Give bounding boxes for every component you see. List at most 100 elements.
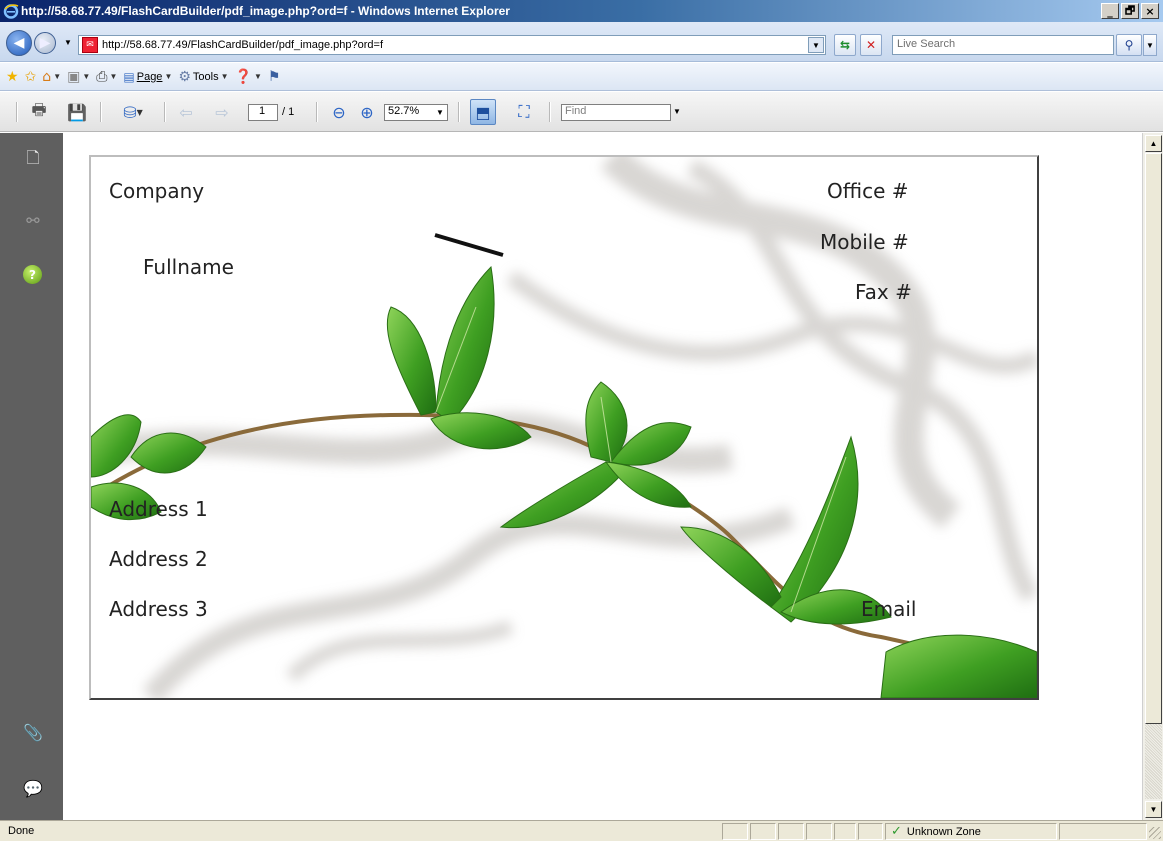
comments-icon: 💬 — [23, 778, 43, 798]
company-field: Company — [109, 179, 205, 203]
back-arrow-icon: ◀ — [13, 35, 25, 51]
add-favorite-icon: ✩ — [24, 68, 37, 85]
page-menu-label: Page — [136, 70, 163, 83]
email-share-icon: ⛁ — [123, 102, 137, 122]
zoom-dropdown-icon: ▼ — [436, 108, 444, 117]
address-toolbar: ◀ ▶ ▼ ✉ http://58.68.77.49/FlashCardBuil… — [0, 22, 1163, 62]
question-mark-icon: ? — [29, 267, 36, 282]
fax-field: Fax # — [855, 280, 912, 304]
status-pane — [858, 823, 883, 840]
internet-explorer-icon — [3, 4, 19, 19]
next-page-button[interactable]: ⇨ — [210, 101, 234, 123]
scroll-track[interactable] — [1145, 724, 1162, 799]
tools-menu-dropdown: ▼ — [220, 72, 229, 81]
status-bar: Done ✓ Unknown Zone — [0, 820, 1163, 841]
zoom-select[interactable]: 52.7% ▼ — [384, 104, 448, 121]
help-menu[interactable]: ❓ ▼ — [235, 69, 262, 85]
forward-button[interactable]: ▶ — [34, 32, 56, 54]
print-dropdown[interactable]: ▼ — [109, 72, 117, 81]
find-dropdown[interactable]: ▼ — [673, 107, 681, 116]
fit-width-button[interactable]: ⬒ — [470, 99, 496, 125]
window-title-bar[interactable]: http://58.68.77.49/FlashCardBuilder/pdf_… — [0, 0, 1163, 22]
office-phone-field: Office # — [827, 179, 909, 203]
zone-label: Unknown Zone — [906, 825, 981, 838]
attachments-panel-button[interactable]: 📎 — [22, 721, 44, 743]
page-number-input[interactable]: 1 — [248, 104, 278, 121]
checkmark-icon: ✓ — [891, 824, 902, 839]
close-button[interactable]: × — [1141, 3, 1159, 19]
status-pane — [750, 823, 776, 840]
pdf-save-button[interactable]: 💾 — [64, 101, 90, 123]
page-menu[interactable]: ▤ Page ▼ — [123, 70, 172, 84]
vertical-scrollbar[interactable]: ▲ ▼ — [1142, 133, 1163, 820]
research-button[interactable]: ⚑ — [268, 69, 281, 85]
binoculars-icon: ⚯ — [26, 210, 40, 230]
address-input[interactable]: http://58.68.77.49/FlashCardBuilder/pdf_… — [102, 39, 383, 51]
fit-page-button[interactable]: ⛶ — [511, 101, 537, 123]
zoom-value: 52.7% — [388, 105, 420, 117]
resize-grip[interactable] — [1149, 827, 1161, 839]
window-title: http://58.68.77.49/FlashCardBuilder/pdf_… — [21, 4, 510, 18]
status-text: Done — [8, 825, 35, 837]
comments-panel-button[interactable]: 💬 — [22, 777, 44, 799]
home-button[interactable]: ⌂ ▼ — [42, 69, 61, 85]
zoom-out-button[interactable]: ⊖ — [328, 101, 350, 123]
toolbar-separator — [100, 102, 102, 122]
favorites-star-icon: ★ — [6, 68, 19, 85]
fit-page-icon: ⛶ — [518, 102, 530, 121]
previous-page-button[interactable]: ⇦ — [174, 101, 198, 123]
refresh-button[interactable]: ⇆ — [834, 34, 856, 56]
home-dropdown[interactable]: ▼ — [53, 72, 61, 81]
security-zone[interactable]: ✓ Unknown Zone — [885, 823, 1057, 840]
add-favorites-button[interactable]: ✩ — [25, 69, 37, 85]
down-arrow-icon: ⇨ — [215, 102, 229, 122]
address-dropdown[interactable]: ▼ — [808, 37, 824, 53]
recent-pages-dropdown[interactable]: ▼ — [64, 38, 72, 47]
pdf-print-button[interactable]: 🖶 — [26, 100, 52, 123]
print-button[interactable]: ⎙ ▼ — [96, 69, 117, 85]
address-line-2: Address 2 — [109, 547, 208, 571]
stop-icon: ✕ — [865, 38, 877, 52]
minimize-button[interactable]: _ — [1101, 3, 1119, 19]
scroll-down-button[interactable]: ▼ — [1145, 801, 1162, 818]
stop-button[interactable]: ✕ — [860, 34, 882, 56]
rss-feed-icon: ▣ — [67, 68, 81, 85]
zoom-in-button[interactable]: ⊕ — [356, 101, 378, 123]
pdf-document-area[interactable]: Company Fullname Office # Mobile # Fax #… — [63, 133, 1142, 820]
feeds-button[interactable]: ▣ ▼ — [67, 69, 90, 85]
search-options-dropdown[interactable]: ▼ — [1143, 34, 1157, 56]
tools-menu[interactable]: ⚙ Tools ▼ — [178, 69, 228, 85]
page-menu-dropdown: ▼ — [164, 72, 173, 81]
command-bar: ★ ✩ ⌂ ▼ ▣ ▼ ⎙ ▼ ▤ Page ▼ ⚙ Tools ▼ ❓ ▼ ⚑ — [0, 63, 1163, 91]
save-disk-icon: 💾 — [67, 102, 87, 122]
maximize-button[interactable]: 🗗 — [1121, 3, 1139, 19]
help-panel-button[interactable]: ? — [23, 265, 42, 284]
status-pane — [834, 823, 856, 840]
search-input[interactable]: Live Search — [892, 35, 1114, 55]
back-button[interactable]: ◀ — [6, 30, 32, 56]
address-line-1: Address 1 — [109, 497, 208, 521]
toolbar-separator — [316, 102, 318, 122]
toolbar-separator — [164, 102, 166, 122]
feeds-dropdown[interactable]: ▼ — [82, 72, 90, 81]
scroll-thumb[interactable] — [1145, 153, 1162, 724]
mobile-phone-field: Mobile # — [820, 230, 909, 254]
scroll-up-arrow-icon: ▲ — [1149, 139, 1158, 148]
zoom-status-pane[interactable] — [1059, 823, 1147, 840]
search-button[interactable]: ⚲ — [1116, 34, 1142, 56]
address-bar[interactable]: ✉ http://58.68.77.49/FlashCardBuilder/pd… — [78, 35, 826, 55]
find-input[interactable]: Find — [561, 104, 671, 121]
pdf-navigation-panel: 🗋 ⚯ ? 📎 💬 — [0, 133, 63, 820]
pen-stroke-mark — [434, 233, 504, 257]
zoom-in-icon: ⊕ — [360, 102, 374, 122]
scroll-up-button[interactable]: ▲ — [1145, 135, 1162, 152]
status-pane — [722, 823, 748, 840]
favorites-button[interactable]: ★ — [6, 69, 19, 85]
printer-icon: ⎙ — [96, 68, 108, 85]
pages-panel-button[interactable]: 🗋 — [22, 148, 44, 171]
email-share-dropdown: ▼ — [136, 107, 143, 117]
search-panel-button[interactable]: ⚯ — [22, 209, 44, 231]
pdf-email-button[interactable]: ⛁ ▼ — [110, 101, 156, 123]
toolbar-separator — [549, 102, 551, 122]
toolbar-separator — [16, 102, 18, 122]
